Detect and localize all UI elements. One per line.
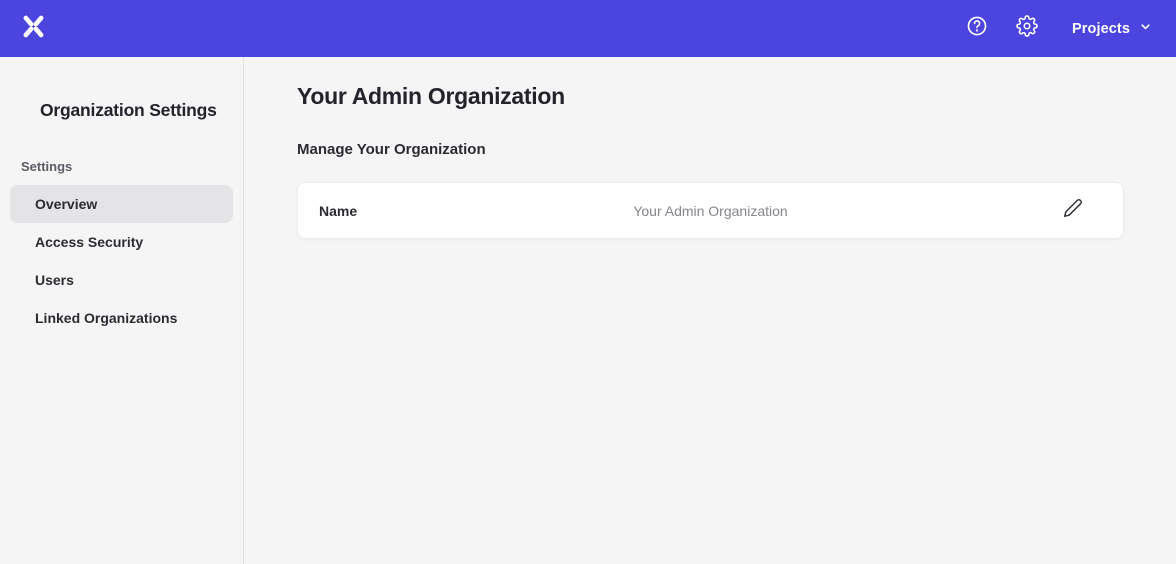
settings-button[interactable] (1016, 18, 1038, 40)
sidebar: Organization Settings Settings Overview … (0, 57, 244, 564)
projects-dropdown-label: Projects (1072, 21, 1130, 37)
sidebar-item-label: Linked Organizations (35, 310, 177, 326)
app-logo[interactable] (20, 13, 47, 45)
projects-dropdown[interactable]: Projects (1072, 20, 1152, 37)
name-field-row: Name Your Admin Organization (297, 182, 1124, 239)
sidebar-item-overview[interactable]: Overview (10, 185, 233, 223)
sidebar-section-label: Settings (21, 159, 243, 174)
page-layout: Organization Settings Settings Overview … (0, 57, 1176, 564)
top-navbar: Projects (0, 0, 1176, 57)
sidebar-nav: Overview Access Security Users Linked Or… (10, 185, 233, 337)
chevron-down-icon (1139, 20, 1152, 37)
page-title: Your Admin Organization (297, 83, 1124, 110)
help-circle-icon (966, 15, 988, 42)
sidebar-title: Organization Settings (40, 100, 243, 121)
pencil-icon (1063, 198, 1083, 223)
help-button[interactable] (966, 18, 988, 40)
sidebar-item-label: Users (35, 272, 74, 288)
sidebar-item-access-security[interactable]: Access Security (10, 223, 233, 261)
sidebar-item-label: Overview (35, 196, 97, 212)
x-logo-icon (20, 13, 47, 45)
sidebar-item-label: Access Security (35, 234, 143, 250)
name-field-value: Your Admin Organization (633, 203, 787, 219)
name-field-label: Name (319, 203, 357, 219)
sidebar-item-linked-organizations[interactable]: Linked Organizations (10, 299, 233, 337)
section-title: Manage Your Organization (297, 141, 1124, 158)
edit-name-button[interactable] (1062, 200, 1084, 222)
main-content: Your Admin Organization Manage Your Orga… (244, 57, 1176, 564)
navbar-actions: Projects (966, 18, 1152, 40)
gear-icon (1016, 15, 1038, 42)
sidebar-item-users[interactable]: Users (10, 261, 233, 299)
